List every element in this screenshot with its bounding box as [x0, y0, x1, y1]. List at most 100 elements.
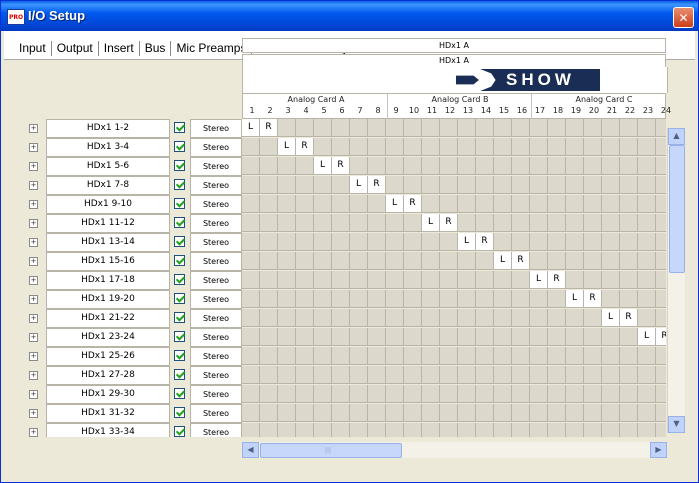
- expand-icon[interactable]: +: [29, 352, 38, 361]
- routing-grid-cell[interactable]: [584, 423, 602, 437]
- routing-grid-cell[interactable]: [638, 404, 656, 422]
- routing-grid-cell[interactable]: [638, 214, 656, 232]
- routing-grid-cell[interactable]: [458, 423, 476, 437]
- routing-grid-cell[interactable]: [548, 385, 566, 403]
- routing-grid-cell[interactable]: [638, 271, 656, 289]
- routing-grid-cell[interactable]: [314, 119, 332, 137]
- routing-grid-cell[interactable]: [368, 309, 386, 327]
- routing-grid-cell[interactable]: [242, 176, 260, 194]
- routing-grid-cell[interactable]: [476, 385, 494, 403]
- path-name-field[interactable]: HDx1 1-2: [46, 119, 170, 138]
- routing-grid-cell[interactable]: [602, 157, 620, 175]
- routing-grid-cell[interactable]: [314, 271, 332, 289]
- routing-grid-cell[interactable]: [242, 157, 260, 175]
- routing-grid-cell[interactable]: [458, 252, 476, 270]
- routing-grid-cell[interactable]: [494, 157, 512, 175]
- routing-grid-cell[interactable]: [584, 271, 602, 289]
- routing-grid-cell[interactable]: L: [314, 157, 332, 175]
- routing-grid-cell[interactable]: [458, 176, 476, 194]
- routing-grid-cell[interactable]: [404, 119, 422, 137]
- expand-icon[interactable]: +: [29, 428, 38, 437]
- routing-grid-cell[interactable]: [620, 214, 638, 232]
- scroll-left-button[interactable]: ◀: [242, 442, 259, 458]
- routing-grid-cell[interactable]: [404, 328, 422, 346]
- routing-grid-cell[interactable]: [242, 214, 260, 232]
- routing-grid-cell[interactable]: [440, 176, 458, 194]
- routing-grid-cell[interactable]: [404, 423, 422, 437]
- routing-grid-cell[interactable]: [314, 328, 332, 346]
- routing-grid-cell[interactable]: [476, 138, 494, 156]
- routing-grid-cell[interactable]: [350, 423, 368, 437]
- routing-grid-cell[interactable]: [278, 195, 296, 213]
- routing-grid-cell[interactable]: [296, 157, 314, 175]
- routing-grid-cell[interactable]: [566, 404, 584, 422]
- routing-grid-cell[interactable]: [548, 157, 566, 175]
- routing-grid-cell[interactable]: [602, 252, 620, 270]
- routing-grid-cell[interactable]: [404, 252, 422, 270]
- routing-grid-cell[interactable]: [404, 138, 422, 156]
- routing-grid-cell[interactable]: [368, 138, 386, 156]
- routing-grid-cell[interactable]: L: [602, 309, 620, 327]
- routing-grid-cell[interactable]: [566, 328, 584, 346]
- routing-grid-cell[interactable]: [530, 157, 548, 175]
- path-name-field[interactable]: HDx1 11-12: [46, 214, 170, 233]
- routing-grid-cell[interactable]: [548, 214, 566, 232]
- path-active-checkbox[interactable]: [174, 388, 185, 399]
- routing-grid-cell[interactable]: [422, 195, 440, 213]
- path-active-checkbox[interactable]: [174, 236, 185, 247]
- routing-grid-cell[interactable]: [602, 233, 620, 251]
- routing-grid-cell[interactable]: [260, 271, 278, 289]
- path-format-selector[interactable]: Stereo: [190, 157, 242, 176]
- routing-grid-cell[interactable]: [350, 309, 368, 327]
- routing-grid-cell[interactable]: [404, 233, 422, 251]
- routing-grid-cell[interactable]: [620, 233, 638, 251]
- routing-grid-cell[interactable]: [566, 366, 584, 384]
- routing-grid-cell[interactable]: [260, 423, 278, 437]
- routing-grid-cell[interactable]: [512, 309, 530, 327]
- routing-grid-cell[interactable]: [458, 385, 476, 403]
- routing-grid-cell[interactable]: [512, 423, 530, 437]
- routing-grid-cell[interactable]: L: [278, 138, 296, 156]
- routing-grid-cell[interactable]: [602, 423, 620, 437]
- routing-grid-cell[interactable]: [440, 157, 458, 175]
- routing-grid-cell[interactable]: [386, 366, 404, 384]
- routing-grid-cell[interactable]: [242, 423, 260, 437]
- routing-grid-cell[interactable]: [350, 271, 368, 289]
- routing-grid-cell[interactable]: [584, 366, 602, 384]
- routing-grid-cell[interactable]: [314, 176, 332, 194]
- routing-grid-cell[interactable]: [548, 290, 566, 308]
- routing-grid-cell[interactable]: [404, 271, 422, 289]
- routing-grid-cell[interactable]: R: [368, 176, 386, 194]
- routing-grid-cell[interactable]: [458, 309, 476, 327]
- routing-grid-cell[interactable]: [494, 347, 512, 365]
- routing-grid-cell[interactable]: [476, 176, 494, 194]
- routing-grid-cell[interactable]: [566, 214, 584, 232]
- path-format-selector[interactable]: Stereo: [190, 404, 242, 423]
- routing-grid-cell[interactable]: [296, 309, 314, 327]
- routing-grid-cell[interactable]: [512, 328, 530, 346]
- routing-grid-cell[interactable]: [260, 176, 278, 194]
- routing-grid-cell[interactable]: [350, 347, 368, 365]
- routing-grid-cell[interactable]: [566, 176, 584, 194]
- routing-grid-cell[interactable]: [620, 423, 638, 437]
- routing-grid-cell[interactable]: [314, 404, 332, 422]
- vertical-scrollbar[interactable]: ▲ ▼: [667, 128, 685, 433]
- routing-grid-cell[interactable]: [260, 328, 278, 346]
- routing-grid-cell[interactable]: [656, 157, 666, 175]
- routing-grid-cell[interactable]: [368, 157, 386, 175]
- routing-grid-cell[interactable]: [314, 195, 332, 213]
- routing-grid-cell[interactable]: [242, 366, 260, 384]
- routing-grid-cell[interactable]: [422, 233, 440, 251]
- path-format-selector[interactable]: Stereo: [190, 309, 242, 328]
- routing-grid-cell[interactable]: [458, 404, 476, 422]
- routing-grid-cell[interactable]: [242, 404, 260, 422]
- routing-grid-cell[interactable]: [584, 195, 602, 213]
- routing-grid-cell[interactable]: [296, 119, 314, 137]
- path-name-field[interactable]: HDx1 7-8: [46, 176, 170, 195]
- routing-grid-cell[interactable]: R: [548, 271, 566, 289]
- routing-grid-cell[interactable]: [332, 119, 350, 137]
- routing-grid-cell[interactable]: [404, 404, 422, 422]
- routing-grid-cell[interactable]: [386, 119, 404, 137]
- routing-grid-cell[interactable]: [296, 195, 314, 213]
- routing-grid-cell[interactable]: [386, 176, 404, 194]
